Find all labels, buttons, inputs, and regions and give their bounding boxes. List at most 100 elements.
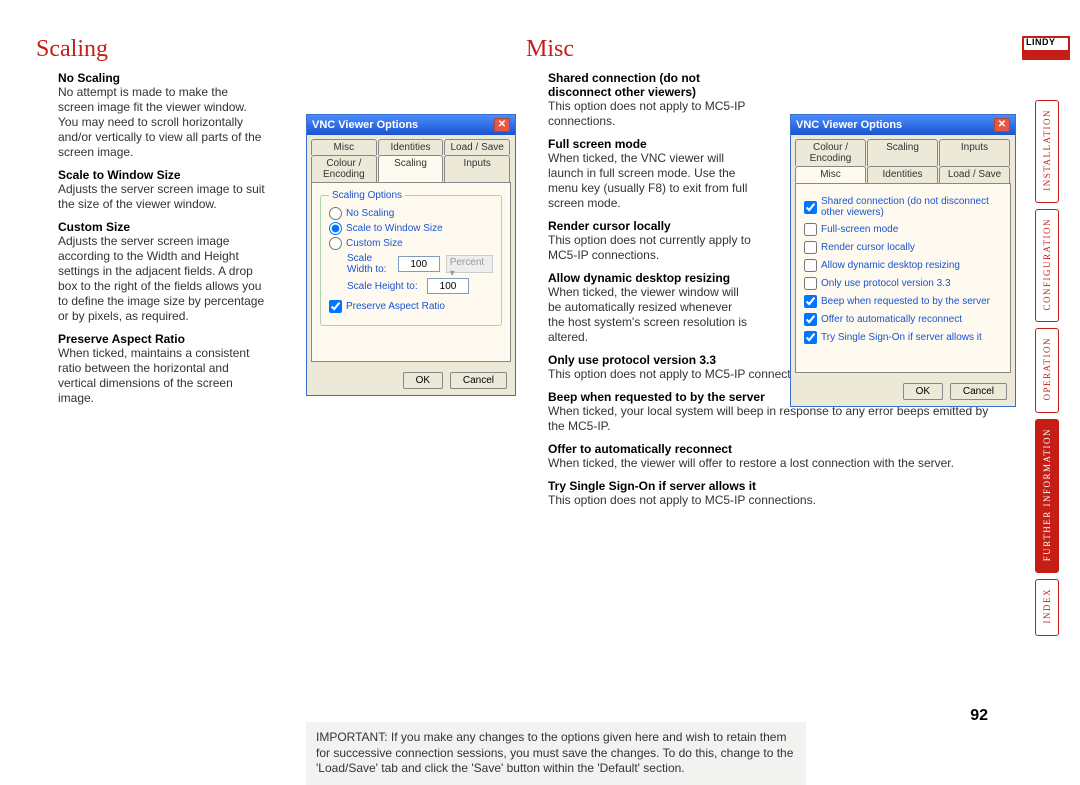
nav-operation[interactable]: OPERATION [1035,328,1059,413]
tab-misc[interactable]: Misc [311,139,377,155]
checkbox-preserve-aspect[interactable]: Preserve Aspect Ratio [329,300,493,313]
entry-sso: Try Single Sign-On if server allows it T… [548,479,996,508]
entry-title: Shared connection (do not disconnect oth… [548,71,700,99]
checkbox-misc-7[interactable]: Try Single Sign-On if server allows it [804,331,1002,344]
entry-preserve-aspect: Preserve Aspect Ratio When ticked, maint… [58,332,266,406]
radio-label: Custom Size [346,238,403,249]
entry-desc: Adjusts the server screen image accordin… [58,234,266,324]
checkbox-misc-6[interactable]: Offer to automatically reconnect [804,313,1002,326]
nav-installation[interactable]: INSTALLATION [1035,100,1059,203]
checkbox-misc-4[interactable]: Only use protocol version 3.3 [804,277,1002,290]
entry-title: Custom Size [58,220,130,234]
tab-inputs[interactable]: Inputs [939,139,1010,166]
entry-title: Offer to automatically reconnect [548,442,732,456]
tab-body-scaling: Scaling Options No Scaling Scale to Wind… [311,182,511,362]
entry-desc: When ticked, the viewer will offer to re… [548,456,996,471]
nav-configuration[interactable]: CONFIGURATION [1035,209,1059,323]
checkbox-label: Preserve Aspect Ratio [346,301,445,312]
tabs-area: Colour / Encoding Scaling Inputs Misc Id… [791,135,1015,183]
entry-title: Try Single Sign-On if server allows it [548,479,756,493]
entry-desc: When ticked, the VNC viewer will launch … [548,151,751,211]
entry-render-cursor: Render cursor locally This option does n… [548,219,751,263]
cancel-button[interactable]: Cancel [950,383,1007,400]
entry-desc: This option does not apply to MC5-IP con… [548,99,751,129]
entry-title: Beep when requested to by the server [548,390,765,404]
nav-label: FURTHER INFORMATION [1042,428,1052,561]
entry-title: Scale to Window Size [58,168,181,182]
dialog-title-text: VNC Viewer Options [312,119,418,131]
radio-no-scaling[interactable]: No Scaling [329,207,493,220]
entry-no-scaling: No Scaling No attempt is made to make th… [58,71,266,160]
checkbox-label: Render cursor locally [821,242,915,253]
logo-text: LINDY [1026,37,1056,47]
right-sidebar: LINDY INSTALLATION CONFIGURATION OPERATION… [1022,36,1072,642]
close-icon[interactable]: ✕ [994,118,1010,132]
nav-further-information[interactable]: FURTHER INFORMATION [1035,419,1059,573]
radio-custom-size[interactable]: Custom Size [329,237,493,250]
entry-title: Render cursor locally [548,219,671,233]
checkbox-label: Beep when requested to by the server [821,296,990,307]
tab-colour[interactable]: Colour / Encoding [795,139,866,166]
entry-desc: When ticked, your local system will beep… [548,404,996,434]
entry-title: Allow dynamic desktop resizing [548,271,730,285]
dialog-titlebar: VNC Viewer Options ✕ [307,115,515,135]
checkbox-misc-3[interactable]: Allow dynamic desktop resizing [804,259,1002,272]
entry-desc: When ticked, the viewer window will be a… [548,285,751,345]
checkbox-misc-2[interactable]: Render cursor locally [804,241,1002,254]
checkbox-label: Allow dynamic desktop resizing [821,260,960,271]
tab-body-misc: Shared connection (do not disconnect oth… [795,183,1011,373]
field-label: Scale Width to: [347,253,398,275]
input-scale-width[interactable] [398,256,440,272]
checkbox-misc-1[interactable]: Full-screen mode [804,223,1002,236]
tab-colour[interactable]: Colour / Encoding [311,155,377,182]
nav-label: OPERATION [1042,337,1052,401]
entry-desc: No attempt is made to make the screen im… [58,85,266,160]
nav-label: CONFIGURATION [1042,218,1052,311]
tab-inputs[interactable]: Inputs [444,155,510,182]
entry-desc: This option does not apply to MC5-IP con… [548,493,996,508]
radio-scale-to-window[interactable]: Scale to Window Size [329,222,493,235]
tab-loadsave[interactable]: Load / Save [444,139,510,155]
checkbox-misc-5[interactable]: Beep when requested to by the server [804,295,1002,308]
entry-title: Full screen mode [548,137,647,151]
field-scale-height: Scale Height to: [347,278,493,294]
nav-label: INDEX [1042,588,1052,624]
select-text: Percent [450,257,484,268]
tab-scaling[interactable]: Scaling [867,139,938,166]
entry-title: Preserve Aspect Ratio [58,332,185,346]
nav-index[interactable]: INDEX [1035,579,1059,636]
dialog-buttons: OK Cancel [791,377,1015,406]
entry-desc: When ticked, maintains a consistent rati… [58,346,266,406]
dialog-scaling: VNC Viewer Options ✕ Misc Identities Loa… [306,114,516,396]
scaling-column: Scaling No Scaling No attempt is made to… [36,36,266,414]
tab-misc[interactable]: Misc [795,166,866,183]
important-note: IMPORTANT: If you make any changes to th… [306,722,806,785]
field-label: Scale Height to: [347,281,427,292]
lindy-logo: LINDY [1022,36,1070,60]
entry-reconnect: Offer to automatically reconnect When ti… [548,442,996,471]
input-scale-height[interactable] [427,278,469,294]
scaling-heading: Scaling [36,36,266,63]
checkbox-misc-0[interactable]: Shared connection (do not disconnect oth… [804,196,1002,218]
page-number: 92 [970,707,988,725]
dialog-title-text: VNC Viewer Options [796,119,902,131]
select-unit[interactable]: Percent ▾ [446,255,493,273]
entry-scale-window: Scale to Window Size Adjusts the server … [58,168,266,212]
entry-custom-size: Custom Size Adjusts the server screen im… [58,220,266,324]
field-scale-width: Scale Width to: Percent ▾ [347,253,493,275]
tab-identities[interactable]: Identities [867,166,938,183]
ok-button[interactable]: OK [903,383,943,400]
entry-dynamic-resize: Allow dynamic desktop resizing When tick… [548,271,751,345]
entry-title: No Scaling [58,71,120,85]
entry-shared-conn: Shared connection (do not disconnect oth… [548,71,751,129]
dialog-misc: VNC Viewer Options ✕ Colour / Encoding S… [790,114,1016,407]
tab-scaling[interactable]: Scaling [378,155,444,182]
cancel-button[interactable]: Cancel [450,372,507,389]
checkbox-label: Only use protocol version 3.3 [821,278,951,289]
ok-button[interactable]: OK [403,372,443,389]
entry-title: Only use protocol version 3.3 [548,353,716,367]
nav-label: INSTALLATION [1042,109,1052,191]
close-icon[interactable]: ✕ [494,118,510,132]
tab-identities[interactable]: Identities [378,139,444,155]
tab-loadsave[interactable]: Load / Save [939,166,1010,183]
